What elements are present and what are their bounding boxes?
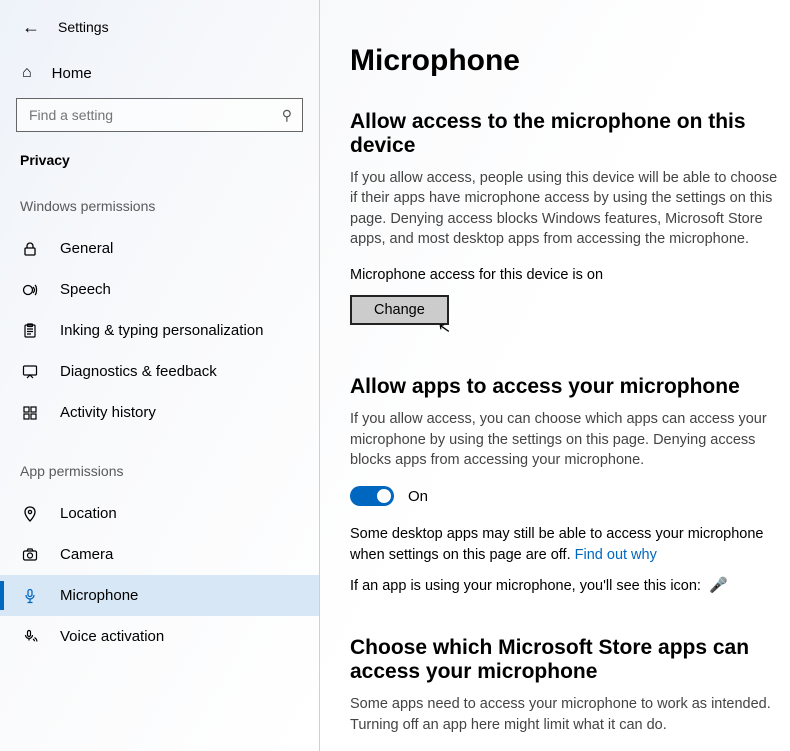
home-icon: ⌂ <box>22 64 32 82</box>
section-store-apps-heading: Choose which Microsoft Store apps can ac… <box>350 636 780 684</box>
apps-access-toggle-label: On <box>408 488 428 505</box>
sidebar-item-voice-activation[interactable]: Voice activation <box>0 616 319 657</box>
speech-icon <box>22 282 40 298</box>
home-nav[interactable]: ⌂ Home <box>0 64 319 82</box>
find-out-why-link[interactable]: Find out why <box>575 547 657 563</box>
activity-icon <box>22 405 40 421</box>
sidebar-item-microphone[interactable]: Microphone <box>0 575 319 616</box>
sidebar-item-inking[interactable]: Inking & typing personalization <box>0 310 319 351</box>
page-title: Microphone <box>350 44 780 78</box>
search-icon: ⚲ <box>282 107 292 124</box>
apps-access-toggle-row: On <box>350 486 780 506</box>
titlebar: ← Settings <box>0 18 319 36</box>
microphone-icon <box>22 588 40 604</box>
sidebar-item-label: Microphone <box>60 587 138 604</box>
apps-access-toggle[interactable] <box>350 486 394 506</box>
sidebar-item-label: Speech <box>60 281 111 298</box>
category-label: Privacy <box>0 152 319 168</box>
section-store-apps-body: Some apps need to access your microphone… <box>350 694 780 735</box>
sidebar-item-diagnostics[interactable]: Diagnostics & feedback <box>0 351 319 392</box>
sidebar-item-speech[interactable]: Speech <box>0 269 319 310</box>
section-allow-apps-heading: Allow apps to access your microphone <box>350 375 780 399</box>
change-button[interactable]: Change ↖ <box>350 295 449 325</box>
change-button-label: Change <box>374 302 425 318</box>
sidebar-item-activity-history[interactable]: Activity history <box>0 392 319 433</box>
mic-in-use-text: If an app is using your microphone, you'… <box>350 578 701 594</box>
section-allow-device-body: If you allow access, people using this d… <box>350 168 780 249</box>
sidebar-item-label: Camera <box>60 546 113 563</box>
sidebar-item-general[interactable]: General <box>0 228 319 269</box>
sidebar: ← Settings ⌂ Home ⚲ Privacy Windows perm… <box>0 0 320 751</box>
sidebar-item-label: Diagnostics & feedback <box>60 363 217 380</box>
section-allow-device-heading: Allow access to the microphone on this d… <box>350 110 780 158</box>
cursor-icon: ↖ <box>437 319 453 339</box>
sidebar-item-label: Location <box>60 505 117 522</box>
main-content: Microphone Allow access to the microphon… <box>320 0 790 751</box>
sidebar-item-label: Voice activation <box>60 628 164 645</box>
desktop-apps-note: Some desktop apps may still be able to a… <box>350 524 780 565</box>
clipboard-icon <box>22 323 40 339</box>
app-title: Settings <box>58 19 109 35</box>
desktop-apps-note-text: Some desktop apps may still be able to a… <box>350 526 763 562</box>
voice-activation-icon <box>22 629 40 645</box>
camera-icon <box>22 547 40 563</box>
settings-app: ← Settings ⌂ Home ⚲ Privacy Windows perm… <box>0 0 790 751</box>
sidebar-item-camera[interactable]: Camera <box>0 534 319 575</box>
home-label: Home <box>52 65 92 82</box>
device-access-status: Microphone access for this device is on <box>350 265 780 285</box>
back-icon[interactable]: ← <box>22 18 40 36</box>
section-allow-apps-body: If you allow access, you can choose whic… <box>350 409 780 470</box>
group-header-app-permissions: App permissions <box>0 463 319 479</box>
sidebar-item-label: Inking & typing personalization <box>60 322 263 339</box>
sidebar-item-location[interactable]: Location <box>0 493 319 534</box>
sidebar-item-label: Activity history <box>60 404 156 421</box>
location-icon <box>22 506 40 522</box>
feedback-icon <box>22 364 40 380</box>
search-input[interactable] <box>27 106 252 124</box>
microphone-status-icon: 🎤 <box>709 577 728 594</box>
sidebar-item-label: General <box>60 240 113 257</box>
search-box[interactable]: ⚲ <box>16 98 303 132</box>
lock-icon <box>22 241 40 257</box>
mic-in-use-note: If an app is using your microphone, you'… <box>350 575 780 596</box>
group-header-windows-permissions: Windows permissions <box>0 198 319 214</box>
